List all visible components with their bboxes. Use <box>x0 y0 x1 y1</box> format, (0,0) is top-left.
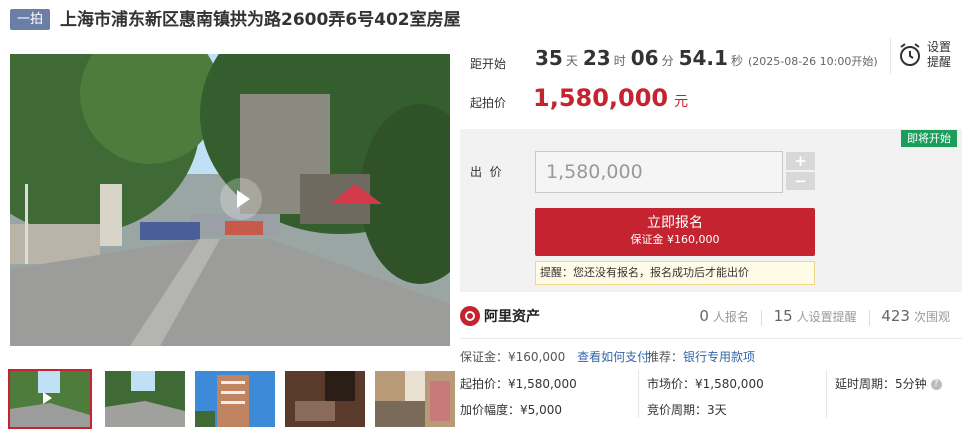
thumbnail-video[interactable] <box>8 369 92 429</box>
play-icon <box>43 392 52 404</box>
thumbnail-image[interactable] <box>105 371 185 427</box>
countdown-seconds: 54.1 <box>678 46 728 70</box>
platform-logo[interactable]: 阿里资产 <box>460 305 540 327</box>
register-deposit-label: 保证金 ¥160,000 <box>630 233 720 246</box>
market-price-info: 市场价：¥1,580,000 <box>647 377 764 391</box>
decrease-bid-button[interactable]: − <box>786 172 815 190</box>
countdown-minutes-unit: 分 <box>661 54 674 68</box>
play-icon[interactable] <box>220 178 262 220</box>
bid-cycle-info: 竞价周期：3天 <box>647 403 727 417</box>
countdown-start-note: (2025-08-26 10:00开始) <box>747 55 878 68</box>
thumbnail-image[interactable] <box>375 371 455 427</box>
ali-asset-icon <box>460 305 480 326</box>
bid-panel: 即将开始 出 价 1,580,000 + − 立即报名 保证金 ¥160,000… <box>460 129 962 292</box>
reminders-label: 人设置提醒 <box>796 310 857 324</box>
recommend-info: 推荐：银行专用款项 <box>647 348 755 365</box>
start-price-unit: 元 <box>674 94 689 110</box>
page-title: 上海市浦东新区惠南镇拱为路2600弄6号402室房屋 <box>60 10 461 30</box>
delay-cycle-info: 延时周期：5分钟? <box>835 375 942 392</box>
deposit-text: 保证金：¥160,000 <box>460 350 566 364</box>
how-to-pay-link[interactable]: 查看如何支付 <box>577 350 649 364</box>
main-video-player[interactable] <box>10 54 450 346</box>
set-reminder-button[interactable]: 设置提醒 <box>890 38 952 74</box>
start-price-info: 起拍价：¥1,580,000 <box>460 377 577 391</box>
countdown-hours: 23 <box>582 46 611 70</box>
countdown-days: 35 <box>535 46 563 70</box>
bid-label: 出 价 <box>470 165 502 179</box>
recommend-label: 推荐： <box>647 350 684 364</box>
thumbnail-image[interactable] <box>195 371 275 427</box>
registered-count: 0 <box>699 307 709 325</box>
thumbnail-image[interactable] <box>285 371 365 427</box>
auction-stats: 0 人报名 15 人设置提醒 423 次围观 <box>699 307 950 326</box>
bid-amount-input[interactable]: 1,580,000 <box>535 151 783 193</box>
platform-name: 阿里资产 <box>484 308 540 325</box>
divider <box>760 309 762 326</box>
question-icon[interactable]: ? <box>930 379 942 390</box>
set-reminder-label: 设置提醒 <box>927 40 952 69</box>
views-count: 423 <box>881 307 910 325</box>
deposit-info: 保证金：¥160,000 查看如何支付 <box>460 348 649 365</box>
views-label: 次围观 <box>913 310 950 324</box>
auction-round-tag: 一拍 <box>10 9 50 30</box>
status-badge: 即将开始 <box>901 130 957 147</box>
register-button-label: 立即报名 <box>647 215 703 231</box>
countdown-hours-unit: 时 <box>613 54 626 68</box>
divider <box>638 370 639 418</box>
countdown-minutes: 06 <box>630 46 659 70</box>
countdown-seconds-unit: 秒 <box>730 54 743 68</box>
countdown: 35 天 23 时 06 分 54.1 秒 (2025-08-26 10:00开始) <box>535 46 878 70</box>
start-price-label: 起拍价 <box>470 96 507 110</box>
register-now-button[interactable]: 立即报名 保证金 ¥160,000 <box>535 208 815 256</box>
increment-info: 加价幅度：¥5,000 <box>460 403 562 417</box>
divider <box>826 370 827 418</box>
register-tip: 提醒：您还没有报名，报名成功后才能出价 <box>535 261 815 285</box>
alarm-clock-icon <box>900 43 920 66</box>
countdown-label: 距开始 <box>470 57 507 71</box>
start-price: 1,580,000 元 <box>533 84 688 112</box>
reminders-count: 15 <box>773 307 793 325</box>
start-price-value: 1,580,000 <box>533 84 669 112</box>
divider <box>868 309 870 326</box>
countdown-days-unit: 天 <box>565 54 578 68</box>
delay-cycle-text: 延时周期：5分钟 <box>835 377 927 391</box>
bank-account-link[interactable]: 银行专用款项 <box>683 350 755 364</box>
increase-bid-button[interactable]: + <box>786 152 815 170</box>
divider <box>460 338 962 339</box>
registered-label: 人报名 <box>712 310 749 324</box>
